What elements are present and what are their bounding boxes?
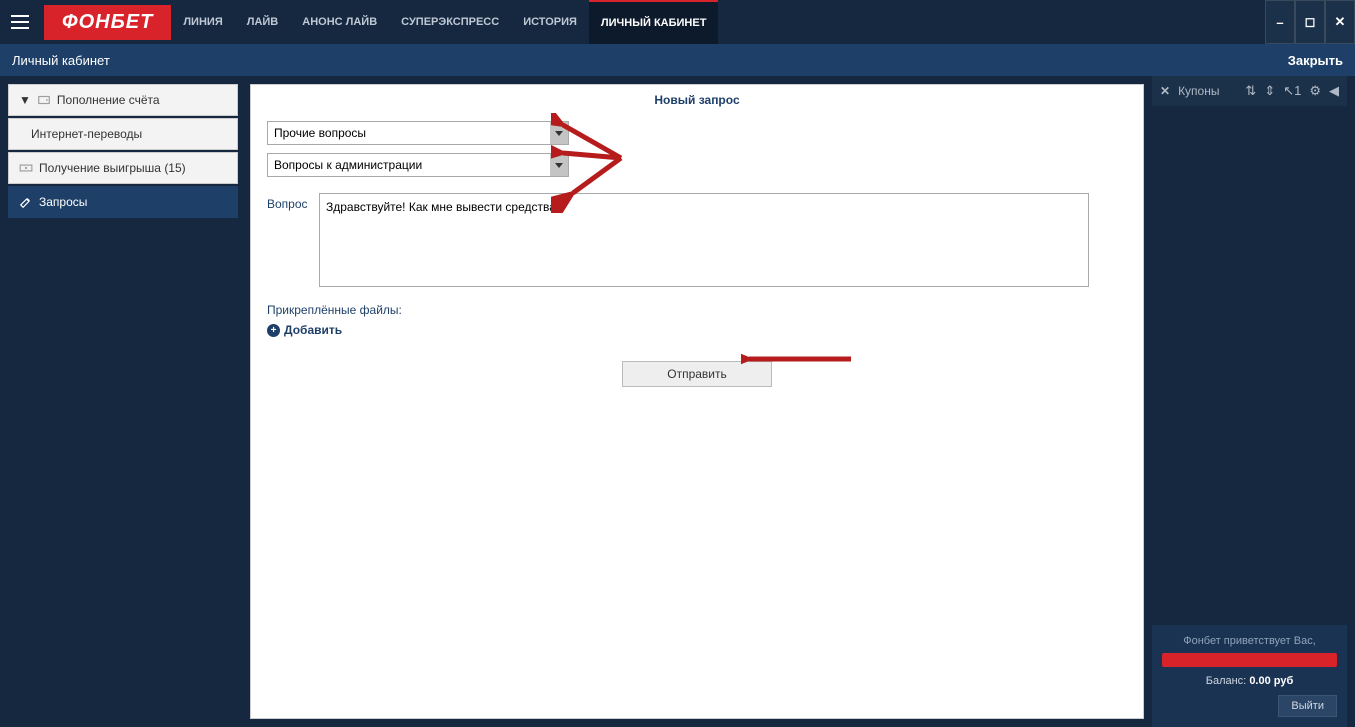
select-value: Прочие вопросы <box>274 126 366 140</box>
add-label: Добавить <box>284 323 342 337</box>
subcategory-select[interactable]: Вопросы к администрации <box>267 153 569 177</box>
nav-tab-anons[interactable]: АНОНС ЛАЙВ <box>290 0 389 44</box>
gear-icon[interactable]: ⚙ <box>1309 83 1321 99</box>
nav-tab-super[interactable]: СУПЕРЭКСПРЕСС <box>389 0 511 44</box>
sidebar-item-deposit[interactable]: ▼ Пополнение счёта <box>8 84 238 116</box>
greeting-text: Фонбет приветствует Вас, <box>1162 635 1337 647</box>
nav-tab-history[interactable]: ИСТОРИЯ <box>511 0 589 44</box>
edit-icon <box>19 195 33 209</box>
plus-icon: + <box>267 324 280 337</box>
maximize-button[interactable]: ◻ <box>1295 0 1325 44</box>
sort-icon[interactable]: ⇅ <box>1245 83 1256 99</box>
chevron-down-icon <box>550 154 568 176</box>
wallet-icon <box>37 93 51 107</box>
nav-tabs: ЛИНИЯ ЛАЙВ АНОНС ЛАЙВ СУПЕРЭКСПРЕСС ИСТО… <box>171 0 718 44</box>
select-value: Вопросы к администрации <box>274 158 422 172</box>
attachments-label: Прикреплённые файлы: <box>267 303 1127 317</box>
page-title: Личный кабинет <box>12 53 110 68</box>
category-select[interactable]: Прочие вопросы <box>267 121 569 145</box>
username-redacted <box>1162 653 1337 667</box>
sidebar-item-requests[interactable]: Запросы <box>8 186 238 218</box>
question-textarea[interactable] <box>319 193 1089 287</box>
main-content: Новый запрос Прочие вопросы Вопросы к ад… <box>250 84 1144 719</box>
expand-icon[interactable]: ⇕ <box>1264 83 1275 99</box>
brand-logo[interactable]: ФОНБЕТ <box>44 5 171 40</box>
account-panel: Фонбет приветствует Вас, Баланс: 0.00 ру… <box>1152 625 1347 727</box>
coupons-close-icon[interactable]: ✕ <box>1160 84 1170 98</box>
hamburger-icon[interactable] <box>0 0 40 44</box>
right-panel: ✕ Купоны ⇅ ⇕ ↖1 ⚙ ◀ Фонбет приветствует … <box>1152 76 1347 727</box>
window-controls: – ◻ ✕ <box>1265 0 1355 44</box>
chevron-down-icon <box>550 122 568 144</box>
pin-icon[interactable]: ↖1 <box>1283 83 1301 99</box>
coupons-label: Купоны <box>1178 84 1219 98</box>
coupons-bar: ✕ Купоны ⇅ ⇕ ↖1 ⚙ ◀ <box>1152 76 1347 106</box>
sidebar-item-label: Запросы <box>39 195 87 209</box>
sub-bar: Личный кабинет Закрыть <box>0 44 1355 76</box>
sidebar-item-label: Получение выигрыша (15) <box>39 161 186 175</box>
sidebar-item-label: Интернет-переводы <box>31 127 142 141</box>
cash-icon <box>19 161 33 175</box>
balance-text: Баланс: 0.00 руб <box>1162 675 1337 687</box>
nav-tab-cabinet[interactable]: ЛИЧНЫЙ КАБИНЕТ <box>589 0 719 44</box>
close-link[interactable]: Закрыть <box>1288 53 1343 68</box>
question-label: Вопрос <box>267 193 309 211</box>
sidebar-item-payout[interactable]: Получение выигрыша (15) <box>8 152 238 184</box>
close-button[interactable]: ✕ <box>1325 0 1355 44</box>
nav-tab-line[interactable]: ЛИНИЯ <box>171 0 234 44</box>
sidebar-item-label: Пополнение счёта <box>57 93 160 107</box>
add-attachment-link[interactable]: + Добавить <box>267 323 1127 337</box>
caret-down-icon: ▼ <box>19 93 31 107</box>
nav-tab-live[interactable]: ЛАЙВ <box>235 0 291 44</box>
body: ▼ Пополнение счёта Интернет-переводы Пол… <box>0 76 1355 727</box>
submit-button[interactable]: Отправить <box>622 361 772 387</box>
sidebar: ▼ Пополнение счёта Интернет-переводы Пол… <box>8 84 238 719</box>
collapse-icon[interactable]: ◀ <box>1329 83 1339 99</box>
logout-button[interactable]: Выйти <box>1278 695 1337 717</box>
sidebar-item-internet[interactable]: Интернет-переводы <box>8 118 238 150</box>
top-bar: ФОНБЕТ ЛИНИЯ ЛАЙВ АНОНС ЛАЙВ СУПЕРЭКСПРЕ… <box>0 0 1355 44</box>
form-title: Новый запрос <box>267 93 1127 107</box>
minimize-button[interactable]: – <box>1265 0 1295 44</box>
